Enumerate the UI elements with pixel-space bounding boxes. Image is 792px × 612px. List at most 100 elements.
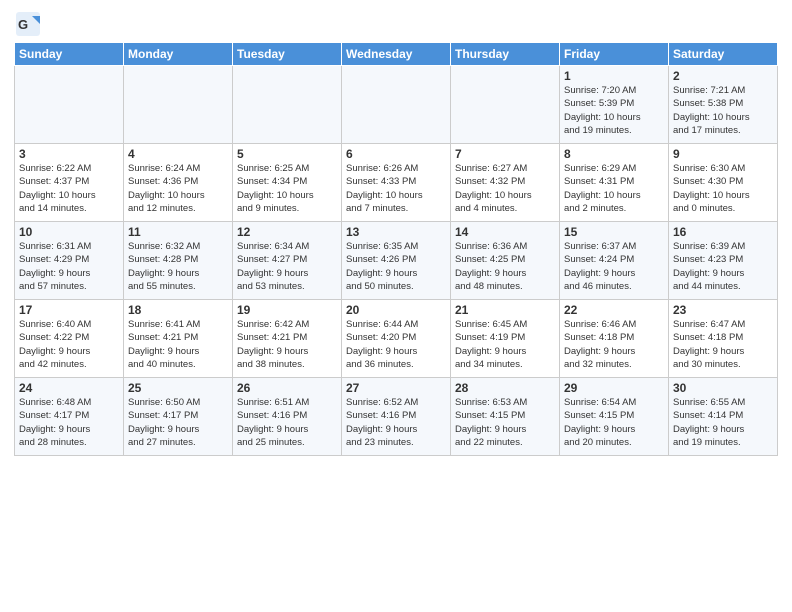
calendar-cell: 13Sunrise: 6:35 AM Sunset: 4:26 PM Dayli… — [342, 222, 451, 300]
calendar-table: SundayMondayTuesdayWednesdayThursdayFrid… — [14, 42, 778, 456]
calendar-cell: 16Sunrise: 6:39 AM Sunset: 4:23 PM Dayli… — [669, 222, 778, 300]
calendar-cell: 23Sunrise: 6:47 AM Sunset: 4:18 PM Dayli… — [669, 300, 778, 378]
calendar-cell: 22Sunrise: 6:46 AM Sunset: 4:18 PM Dayli… — [560, 300, 669, 378]
day-number: 1 — [564, 69, 664, 83]
calendar-cell: 17Sunrise: 6:40 AM Sunset: 4:22 PM Dayli… — [15, 300, 124, 378]
page-container: G SundayMondayTuesdayWednesdayThursdayFr… — [0, 0, 792, 462]
calendar-week-5: 24Sunrise: 6:48 AM Sunset: 4:17 PM Dayli… — [15, 378, 778, 456]
weekday-header-sunday: Sunday — [15, 43, 124, 66]
day-info: Sunrise: 6:37 AM Sunset: 4:24 PM Dayligh… — [564, 240, 664, 293]
calendar-cell — [233, 66, 342, 144]
calendar-cell — [342, 66, 451, 144]
day-info: Sunrise: 6:41 AM Sunset: 4:21 PM Dayligh… — [128, 318, 228, 371]
day-number: 21 — [455, 303, 555, 317]
day-info: Sunrise: 6:55 AM Sunset: 4:14 PM Dayligh… — [673, 396, 773, 449]
calendar-cell: 19Sunrise: 6:42 AM Sunset: 4:21 PM Dayli… — [233, 300, 342, 378]
calendar-cell: 9Sunrise: 6:30 AM Sunset: 4:30 PM Daylig… — [669, 144, 778, 222]
calendar-cell: 6Sunrise: 6:26 AM Sunset: 4:33 PM Daylig… — [342, 144, 451, 222]
day-number: 28 — [455, 381, 555, 395]
day-number: 8 — [564, 147, 664, 161]
day-info: Sunrise: 6:25 AM Sunset: 4:34 PM Dayligh… — [237, 162, 337, 215]
day-info: Sunrise: 6:35 AM Sunset: 4:26 PM Dayligh… — [346, 240, 446, 293]
calendar-cell — [15, 66, 124, 144]
calendar-cell: 24Sunrise: 6:48 AM Sunset: 4:17 PM Dayli… — [15, 378, 124, 456]
day-info: Sunrise: 6:45 AM Sunset: 4:19 PM Dayligh… — [455, 318, 555, 371]
weekday-header-saturday: Saturday — [669, 43, 778, 66]
calendar-cell: 29Sunrise: 6:54 AM Sunset: 4:15 PM Dayli… — [560, 378, 669, 456]
calendar-cell: 20Sunrise: 6:44 AM Sunset: 4:20 PM Dayli… — [342, 300, 451, 378]
calendar-cell — [451, 66, 560, 144]
calendar-week-1: 1Sunrise: 7:20 AM Sunset: 5:39 PM Daylig… — [15, 66, 778, 144]
calendar-cell: 28Sunrise: 6:53 AM Sunset: 4:15 PM Dayli… — [451, 378, 560, 456]
calendar-cell: 21Sunrise: 6:45 AM Sunset: 4:19 PM Dayli… — [451, 300, 560, 378]
weekday-header-monday: Monday — [124, 43, 233, 66]
day-info: Sunrise: 6:54 AM Sunset: 4:15 PM Dayligh… — [564, 396, 664, 449]
calendar-week-2: 3Sunrise: 6:22 AM Sunset: 4:37 PM Daylig… — [15, 144, 778, 222]
weekday-header-row: SundayMondayTuesdayWednesdayThursdayFrid… — [15, 43, 778, 66]
calendar-cell: 11Sunrise: 6:32 AM Sunset: 4:28 PM Dayli… — [124, 222, 233, 300]
calendar-cell: 25Sunrise: 6:50 AM Sunset: 4:17 PM Dayli… — [124, 378, 233, 456]
logo: G — [14, 10, 46, 38]
calendar-week-3: 10Sunrise: 6:31 AM Sunset: 4:29 PM Dayli… — [15, 222, 778, 300]
calendar-cell: 10Sunrise: 6:31 AM Sunset: 4:29 PM Dayli… — [15, 222, 124, 300]
calendar-cell: 27Sunrise: 6:52 AM Sunset: 4:16 PM Dayli… — [342, 378, 451, 456]
calendar-cell: 3Sunrise: 6:22 AM Sunset: 4:37 PM Daylig… — [15, 144, 124, 222]
calendar-cell: 18Sunrise: 6:41 AM Sunset: 4:21 PM Dayli… — [124, 300, 233, 378]
calendar-week-4: 17Sunrise: 6:40 AM Sunset: 4:22 PM Dayli… — [15, 300, 778, 378]
day-number: 20 — [346, 303, 446, 317]
day-info: Sunrise: 6:50 AM Sunset: 4:17 PM Dayligh… — [128, 396, 228, 449]
day-info: Sunrise: 6:39 AM Sunset: 4:23 PM Dayligh… — [673, 240, 773, 293]
day-info: Sunrise: 6:31 AM Sunset: 4:29 PM Dayligh… — [19, 240, 119, 293]
day-number: 10 — [19, 225, 119, 239]
weekday-header-thursday: Thursday — [451, 43, 560, 66]
day-number: 18 — [128, 303, 228, 317]
calendar-cell: 26Sunrise: 6:51 AM Sunset: 4:16 PM Dayli… — [233, 378, 342, 456]
day-info: Sunrise: 6:51 AM Sunset: 4:16 PM Dayligh… — [237, 396, 337, 449]
day-info: Sunrise: 6:34 AM Sunset: 4:27 PM Dayligh… — [237, 240, 337, 293]
svg-text:G: G — [18, 17, 28, 32]
day-info: Sunrise: 6:48 AM Sunset: 4:17 PM Dayligh… — [19, 396, 119, 449]
day-info: Sunrise: 6:22 AM Sunset: 4:37 PM Dayligh… — [19, 162, 119, 215]
day-info: Sunrise: 7:20 AM Sunset: 5:39 PM Dayligh… — [564, 84, 664, 137]
day-info: Sunrise: 6:40 AM Sunset: 4:22 PM Dayligh… — [19, 318, 119, 371]
day-info: Sunrise: 6:36 AM Sunset: 4:25 PM Dayligh… — [455, 240, 555, 293]
day-info: Sunrise: 6:24 AM Sunset: 4:36 PM Dayligh… — [128, 162, 228, 215]
day-number: 24 — [19, 381, 119, 395]
day-info: Sunrise: 6:26 AM Sunset: 4:33 PM Dayligh… — [346, 162, 446, 215]
calendar-cell: 2Sunrise: 7:21 AM Sunset: 5:38 PM Daylig… — [669, 66, 778, 144]
day-number: 5 — [237, 147, 337, 161]
day-number: 12 — [237, 225, 337, 239]
calendar-cell: 12Sunrise: 6:34 AM Sunset: 4:27 PM Dayli… — [233, 222, 342, 300]
weekday-header-wednesday: Wednesday — [342, 43, 451, 66]
day-info: Sunrise: 6:47 AM Sunset: 4:18 PM Dayligh… — [673, 318, 773, 371]
day-info: Sunrise: 6:46 AM Sunset: 4:18 PM Dayligh… — [564, 318, 664, 371]
day-number: 13 — [346, 225, 446, 239]
calendar-cell: 5Sunrise: 6:25 AM Sunset: 4:34 PM Daylig… — [233, 144, 342, 222]
day-number: 26 — [237, 381, 337, 395]
day-number: 16 — [673, 225, 773, 239]
header: G — [14, 10, 778, 38]
day-info: Sunrise: 6:30 AM Sunset: 4:30 PM Dayligh… — [673, 162, 773, 215]
day-info: Sunrise: 6:29 AM Sunset: 4:31 PM Dayligh… — [564, 162, 664, 215]
day-number: 22 — [564, 303, 664, 317]
calendar-cell: 1Sunrise: 7:20 AM Sunset: 5:39 PM Daylig… — [560, 66, 669, 144]
weekday-header-tuesday: Tuesday — [233, 43, 342, 66]
weekday-header-friday: Friday — [560, 43, 669, 66]
day-info: Sunrise: 6:52 AM Sunset: 4:16 PM Dayligh… — [346, 396, 446, 449]
calendar-cell: 7Sunrise: 6:27 AM Sunset: 4:32 PM Daylig… — [451, 144, 560, 222]
day-number: 9 — [673, 147, 773, 161]
day-number: 30 — [673, 381, 773, 395]
day-number: 15 — [564, 225, 664, 239]
day-number: 25 — [128, 381, 228, 395]
day-number: 23 — [673, 303, 773, 317]
calendar-cell: 8Sunrise: 6:29 AM Sunset: 4:31 PM Daylig… — [560, 144, 669, 222]
calendar-cell — [124, 66, 233, 144]
day-number: 3 — [19, 147, 119, 161]
calendar-cell: 14Sunrise: 6:36 AM Sunset: 4:25 PM Dayli… — [451, 222, 560, 300]
day-number: 14 — [455, 225, 555, 239]
day-number: 4 — [128, 147, 228, 161]
day-number: 19 — [237, 303, 337, 317]
day-info: Sunrise: 6:44 AM Sunset: 4:20 PM Dayligh… — [346, 318, 446, 371]
logo-icon: G — [14, 10, 42, 38]
day-number: 27 — [346, 381, 446, 395]
